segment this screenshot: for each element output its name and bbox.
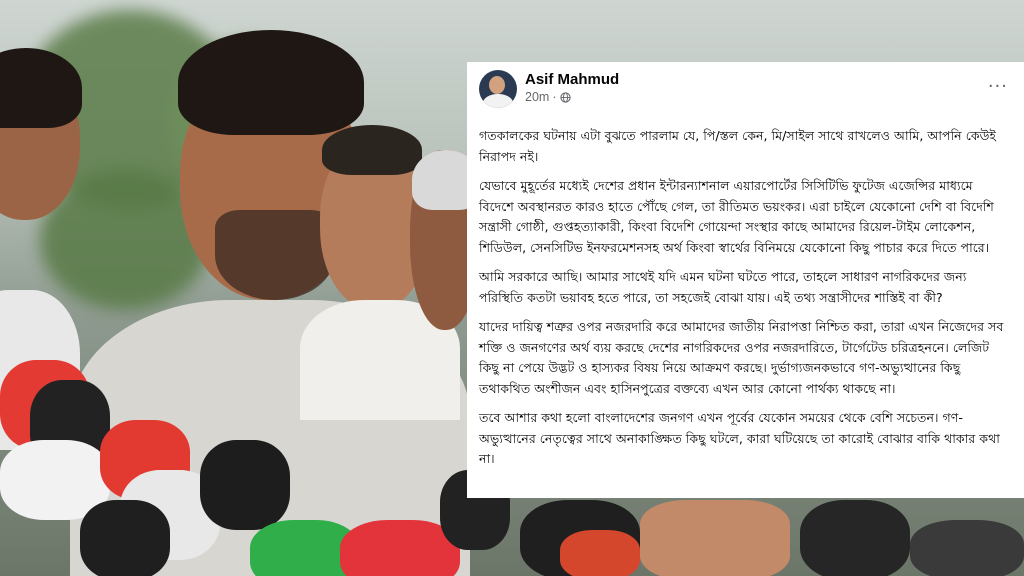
post-paragraph: তবে আশার কথা হলো বাংলাদেশের জনগণ এখন পূর… — [479, 410, 1000, 466]
post-meta: Asif Mahmud 20m · — [525, 70, 619, 104]
microphone — [200, 440, 290, 530]
separator-dot: · — [552, 90, 557, 104]
post-paragraph: যাদের দায়িত্ব শত্রুর ওপর নজরদারি করে আম… — [479, 319, 1004, 396]
avatar[interactable] — [479, 70, 517, 108]
more-options-button[interactable]: ··· — [988, 76, 1008, 97]
microphone — [560, 530, 640, 576]
post-paragraph: যেভাবে মুহূর্তের মধ্যেই দেশের প্রধান ইন্… — [479, 178, 994, 255]
post-paragraph: গতকালকের ঘটনায় এটা বুঝতে পারলাম যে, পি/… — [479, 128, 996, 164]
author-name[interactable]: Asif Mahmud — [525, 71, 619, 88]
post-header: Asif Mahmud 20m · ··· — [479, 70, 1012, 116]
post-time[interactable]: 20m — [525, 90, 549, 104]
microphone — [800, 500, 910, 576]
hand — [640, 500, 790, 576]
globe-icon — [559, 91, 571, 103]
microphone — [910, 520, 1024, 576]
post-body: গতকালকের ঘটনায় এটা বুঝতে পারলাম যে, পি/… — [479, 126, 1012, 470]
microphone — [80, 500, 170, 576]
post-paragraph: আমি সরকারে আছি। আমার সাথেই যদি এমন ঘটনা … — [479, 269, 967, 305]
facebook-post: Asif Mahmud 20m · ··· গতকালকের ঘটনায় এট… — [467, 62, 1024, 498]
post-subline: 20m · — [525, 90, 619, 104]
